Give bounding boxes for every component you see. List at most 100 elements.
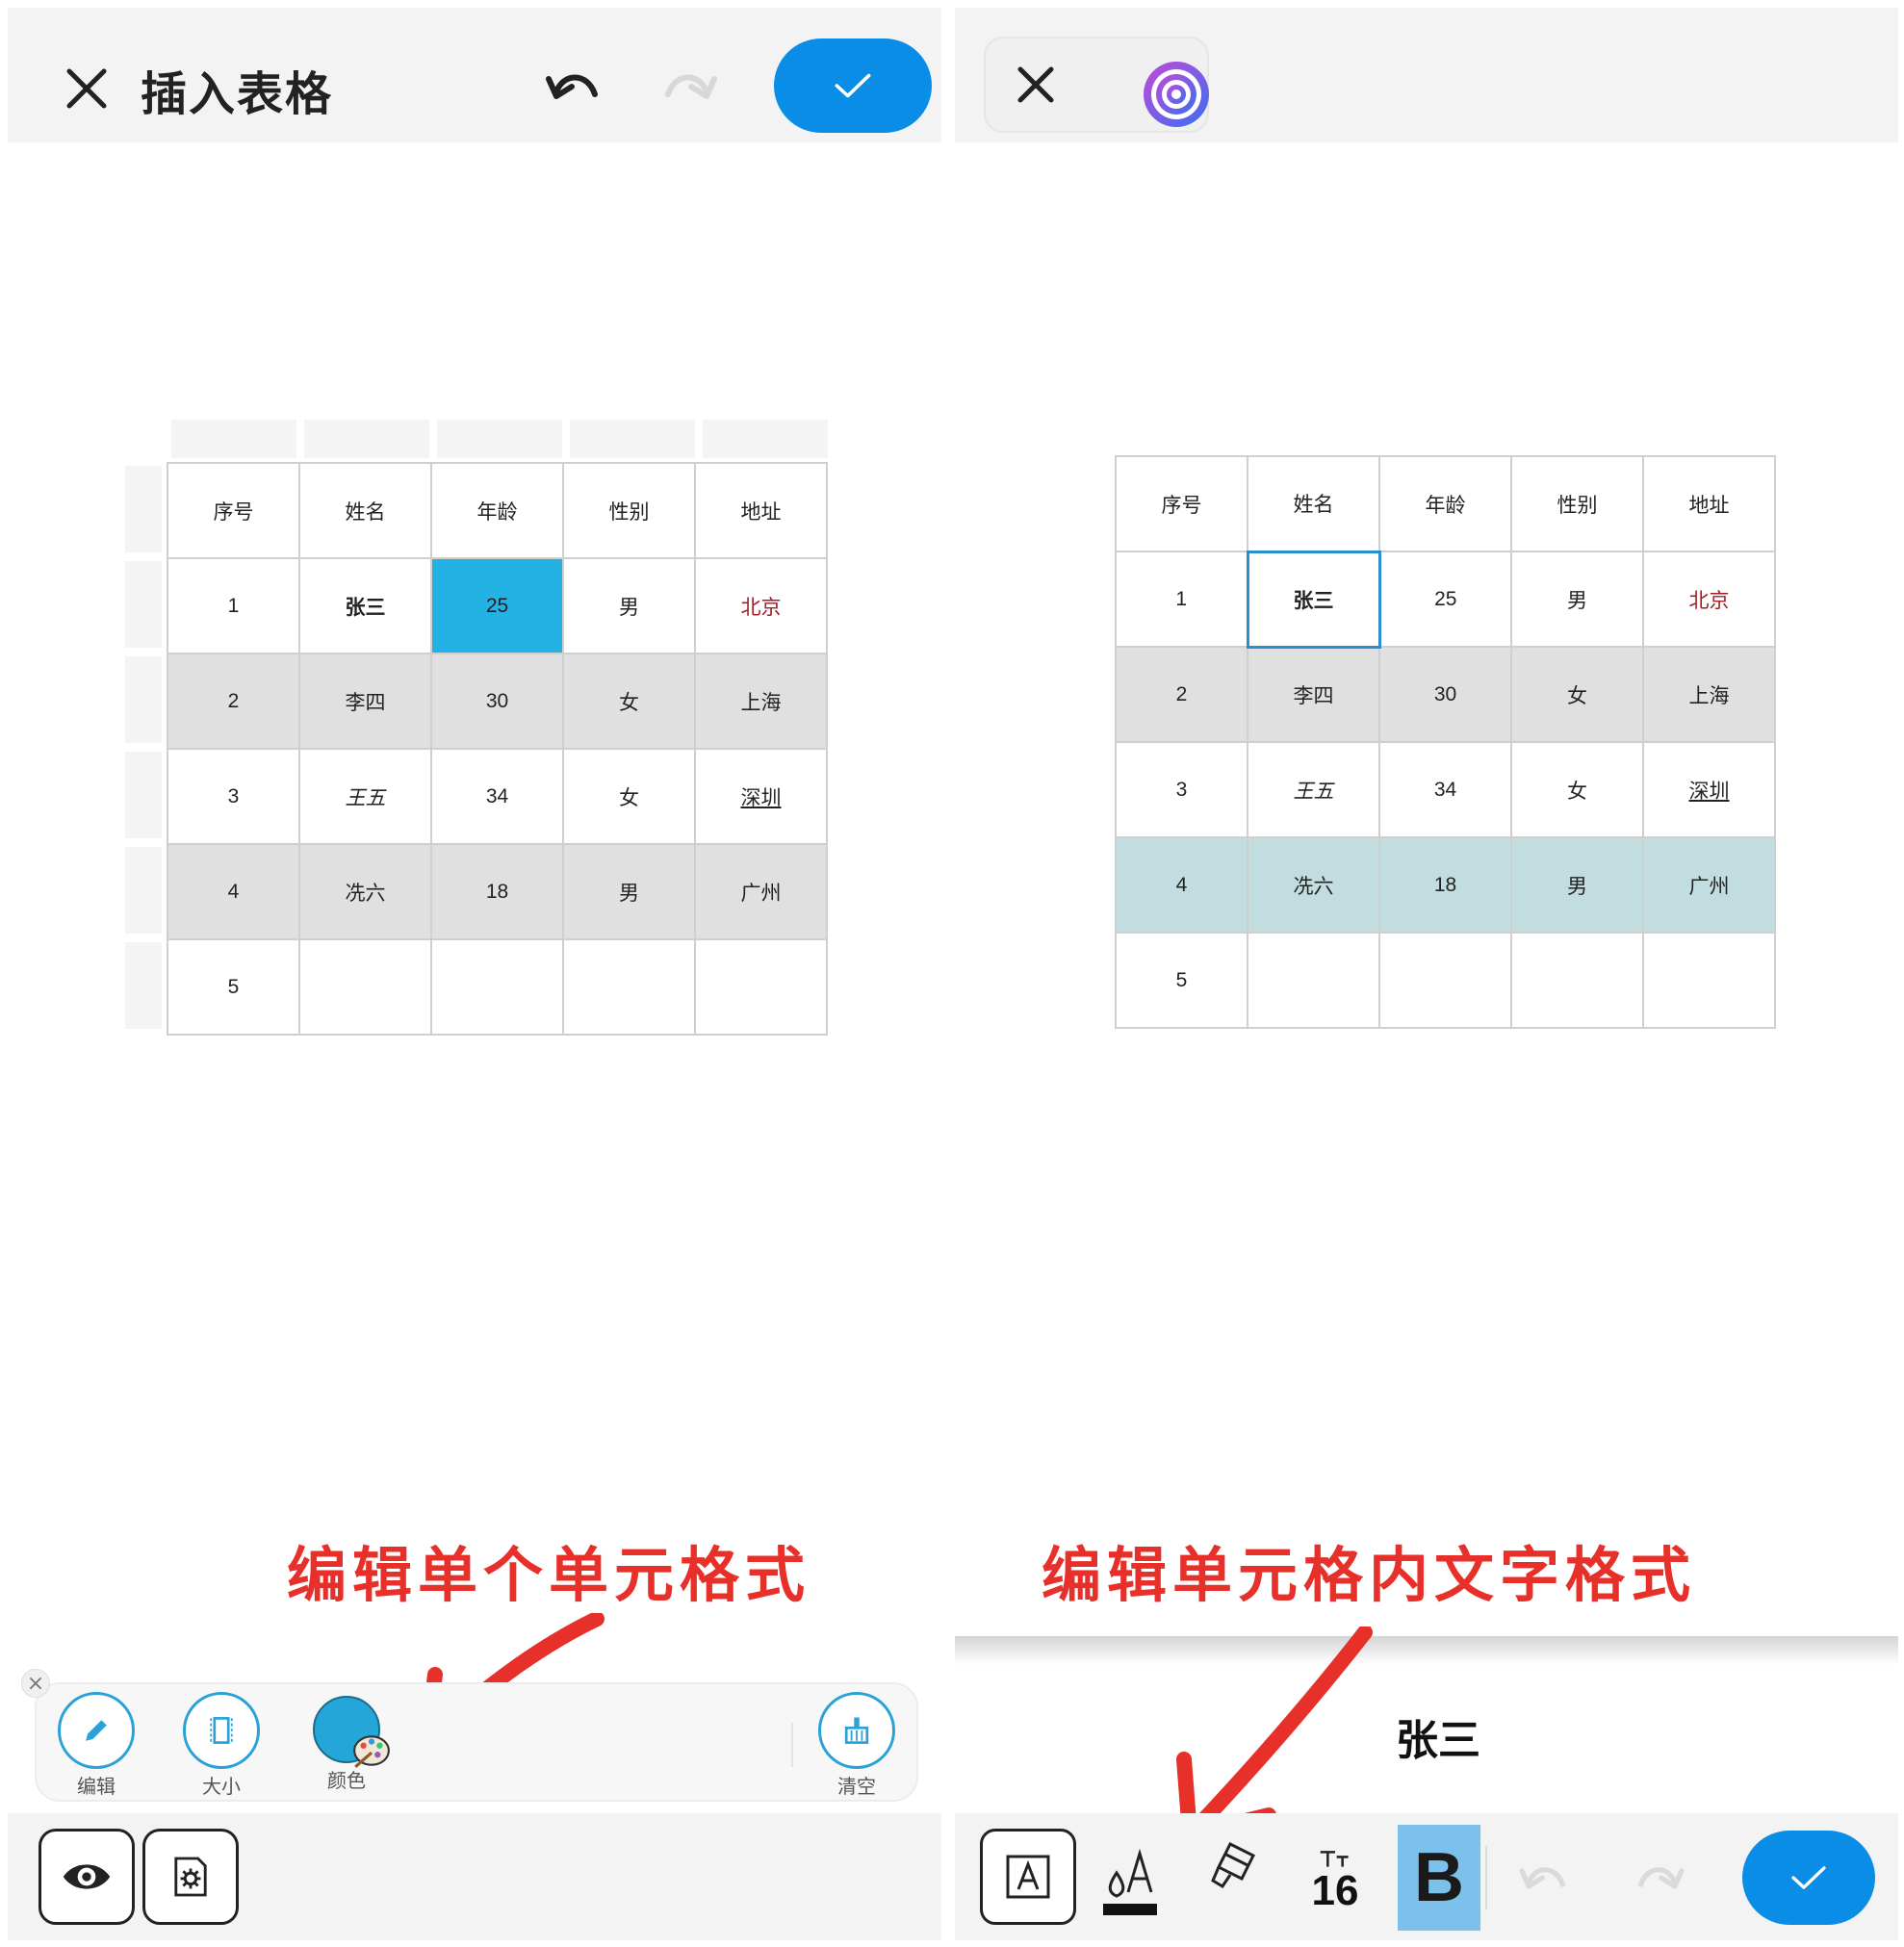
table-cell[interactable]: 年龄 [430,462,564,559]
text-style-button[interactable] [980,1829,1076,1925]
table-cell[interactable]: 深圳 [1642,741,1776,838]
close-button[interactable] [58,60,116,117]
row-handle[interactable] [125,656,162,743]
confirm-button[interactable] [774,38,932,133]
color-tool[interactable]: 颜色 [306,1692,390,1793]
table-cell[interactable]: 3 [1115,741,1248,838]
table-settings-button[interactable] [142,1829,239,1925]
table-cell[interactable]: 女 [562,748,696,845]
undo-icon [1519,1867,1565,1889]
table-cell[interactable]: 地址 [694,462,828,559]
table-cell[interactable]: 18 [1378,836,1512,934]
table-cell[interactable]: 1 [167,557,300,654]
clear-tool[interactable]: 清空 [816,1692,897,1799]
table-cell[interactable] [1378,932,1512,1029]
table-cell[interactable]: 女 [1510,646,1644,743]
color-swatch[interactable] [313,1696,390,1768]
column-handle[interactable] [304,420,429,458]
table-cell[interactable]: 序号 [1115,455,1248,552]
palette-close-button[interactable]: × [21,1669,50,1698]
table-cell[interactable]: 25 [1378,551,1512,648]
table-cell[interactable]: 女 [1510,741,1644,838]
table-cell[interactable]: 女 [562,653,696,750]
close-button[interactable] [1007,56,1065,114]
table-cell[interactable]: 18 [430,843,564,940]
edit-tool[interactable]: 编辑 [56,1692,137,1799]
row-handle[interactable] [125,847,162,934]
undo-button[interactable] [543,64,605,112]
confirm-button[interactable] [1742,1831,1875,1925]
table-cell[interactable]: 姓名 [298,462,432,559]
table-cell[interactable]: 王五 [298,748,432,845]
table-row: 1 张三 25 男 北京 [1115,550,1776,649]
table-cell[interactable]: 李四 [1247,646,1380,743]
table-cell[interactable]: 4 [1115,836,1248,934]
table-cell[interactable]: 广州 [694,843,828,940]
table-cell[interactable]: 冼六 [298,843,432,940]
selected-cell[interactable]: 25 [430,557,564,654]
assistant-button[interactable] [1140,58,1213,131]
table-cell[interactable]: 北京 [1642,551,1776,648]
table-cell[interactable] [1510,932,1644,1029]
table-cell[interactable]: 30 [1378,646,1512,743]
table-cell[interactable]: 上海 [694,653,828,750]
font-color-button[interactable] [1099,1834,1161,1923]
table-cell[interactable]: 地址 [1642,455,1776,552]
table-cell[interactable]: 冼六 [1247,836,1380,934]
table-cell[interactable] [430,938,564,1036]
table-cell[interactable]: 男 [1510,836,1644,934]
redo-button[interactable] [658,64,720,112]
preview-button[interactable] [39,1829,135,1925]
cell-text-editor[interactable]: 张三 [955,1705,1898,1767]
table-cell[interactable]: 30 [430,653,564,750]
table-cell[interactable] [1642,932,1776,1029]
undo-button[interactable] [1513,1857,1575,1900]
column-handle[interactable] [703,420,828,458]
table-cell[interactable]: 北京 [694,557,828,654]
highlight-button[interactable] [1205,1836,1263,1904]
table-cell[interactable]: 广州 [1642,836,1776,934]
table-cell[interactable]: 李四 [298,653,432,750]
table-cell[interactable]: 性别 [1510,455,1644,552]
table-cell[interactable]: 深圳 [694,748,828,845]
table-cell[interactable]: 序号 [167,462,300,559]
column-handle[interactable] [437,420,562,458]
table-cell[interactable]: 4 [167,843,300,940]
table-cell[interactable] [1247,932,1380,1029]
selected-cell[interactable]: 张三 [1246,550,1381,649]
table-cell[interactable]: 姓名 [1247,455,1380,552]
column-handle[interactable] [171,420,296,458]
column-handle[interactable] [570,420,695,458]
table-cell[interactable]: 男 [1510,551,1644,648]
table-cell[interactable]: 1 [1115,551,1248,648]
table-cell[interactable]: 男 [562,557,696,654]
size-button[interactable] [183,1692,260,1769]
redo-button[interactable] [1629,1857,1690,1900]
row-handle[interactable] [125,466,162,552]
table-cell[interactable]: 34 [1378,741,1512,838]
table-cell[interactable]: 2 [167,653,300,750]
table-cell[interactable]: 5 [167,938,300,1036]
table-cell[interactable]: 2 [1115,646,1248,743]
table-cell[interactable]: 5 [1115,932,1248,1029]
bold-toggle[interactable]: B [1398,1825,1480,1931]
table-cell[interactable]: 上海 [1642,646,1776,743]
row-handle[interactable] [125,752,162,838]
table-cell[interactable]: 张三 [298,557,432,654]
table-cell[interactable] [694,938,828,1036]
table-cell[interactable]: 年龄 [1378,455,1512,552]
edit-button[interactable] [58,1692,135,1769]
row-handle[interactable] [125,561,162,648]
size-tool[interactable]: 大小 [181,1692,262,1799]
table-cell[interactable] [298,938,432,1036]
table-cell[interactable]: 34 [430,748,564,845]
table-cell[interactable]: 3 [167,748,300,845]
table-cell[interactable] [562,938,696,1036]
table-cell[interactable]: 王五 [1247,741,1380,838]
clear-button[interactable] [818,1692,895,1769]
toolbox [984,37,1209,133]
row-handle[interactable] [125,942,162,1029]
table-cell[interactable]: 性别 [562,462,696,559]
table-cell[interactable]: 男 [562,843,696,940]
font-size-button[interactable]: 16 [1301,1840,1369,1923]
